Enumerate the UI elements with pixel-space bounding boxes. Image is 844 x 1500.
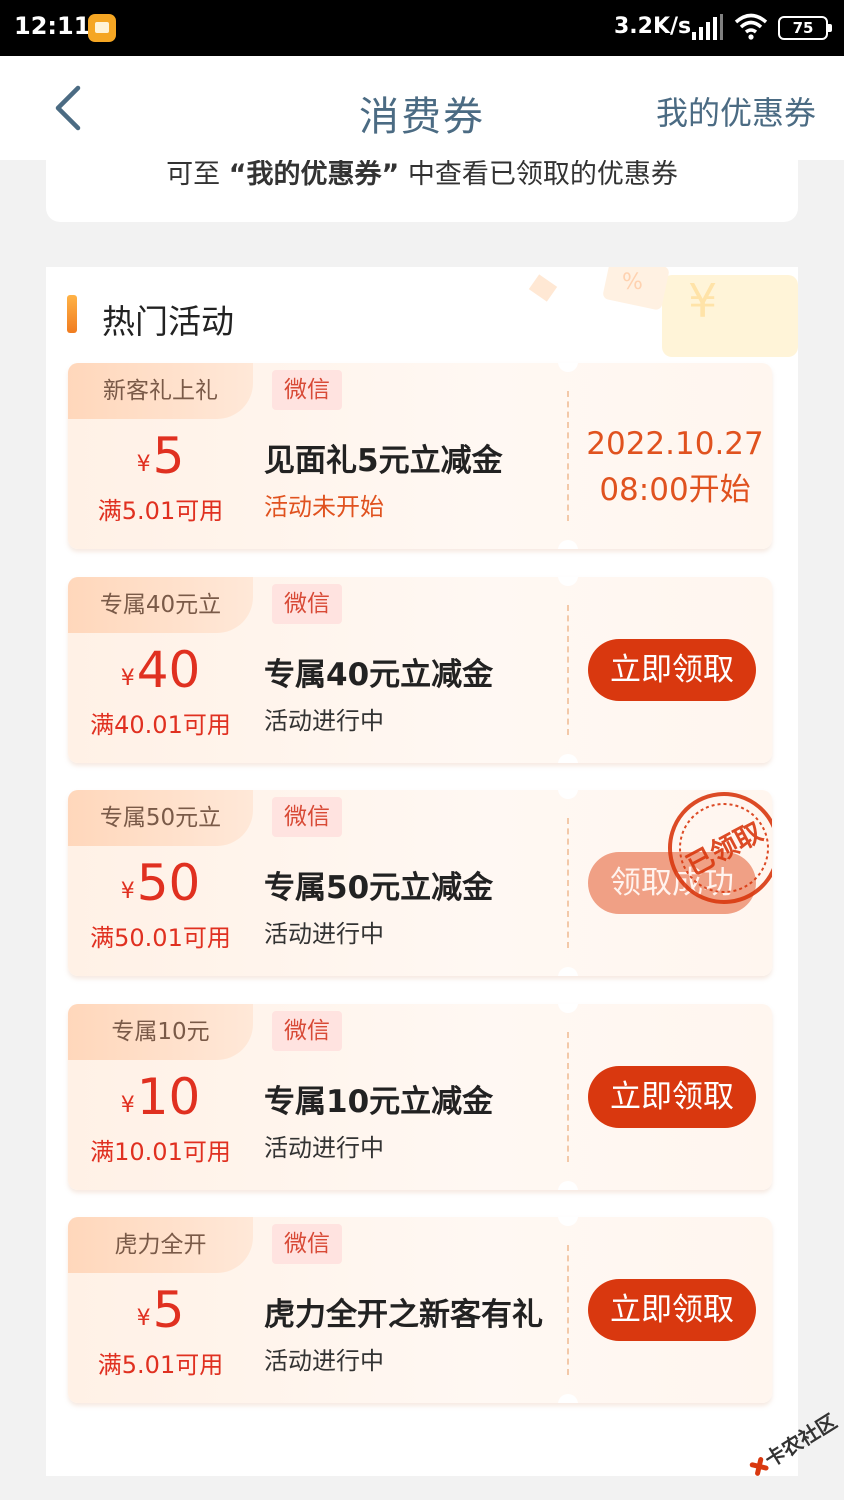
claimed-stamp-icon: 已领取	[668, 792, 772, 904]
coupon-name: 虎力全开之新客有礼	[264, 1297, 543, 1333]
claim-button[interactable]: 立即领取	[588, 639, 756, 701]
svg-text:%: %	[622, 270, 643, 295]
coupon-status: 活动进行中	[264, 1134, 384, 1162]
coupon-status: 活动进行中	[264, 707, 384, 735]
amount-value: 5	[152, 427, 185, 485]
coupon-notch	[558, 363, 578, 372]
coupon-amount: ¥50	[68, 854, 253, 912]
channel-badge: 微信	[272, 1011, 342, 1051]
coupon-status: 活动未开始	[264, 493, 384, 521]
nav-header: 消费券 我的优惠券	[0, 56, 844, 160]
coupon-notch	[558, 1181, 578, 1190]
watermark-text: 卡农社区	[760, 1409, 840, 1472]
coupon-status: 活动进行中	[264, 1347, 384, 1375]
coupon-divider	[567, 1032, 569, 1162]
network-speed: 3.2K/s	[614, 14, 692, 39]
coupon-notch	[558, 790, 578, 799]
channel-badge: 微信	[272, 584, 342, 624]
coupon-amount: ¥5	[68, 1281, 253, 1339]
currency-symbol: ¥	[136, 452, 151, 477]
coupon-card: 专属40元立 ¥40 满40.01可用 微信 专属40元立减金 活动进行中 立即…	[68, 577, 772, 763]
currency-symbol: ¥	[120, 879, 135, 904]
coupon-decoration-icon: ¥ %	[528, 267, 798, 357]
info-card: 可至 “我的优惠券” 中查看已领取的优惠券	[46, 150, 798, 222]
coupon-divider	[567, 1245, 569, 1375]
coupon-condition: 满5.01可用	[97, 497, 224, 525]
my-coupons-link[interactable]: 我的优惠券	[656, 88, 816, 134]
coupon-notch	[558, 540, 578, 549]
coupon-tag: 专属40元立	[68, 577, 253, 633]
status-time: 12:11	[14, 12, 91, 40]
start-date: 2022.10.27	[586, 426, 764, 462]
coupon-divider	[567, 818, 569, 948]
coupon-name: 专属10元立减金	[264, 1084, 494, 1120]
coupon-divider	[567, 391, 569, 521]
coupon-tag: 虎力全开	[68, 1217, 253, 1273]
channel-badge: 微信	[272, 797, 342, 837]
claim-button[interactable]: 立即领取	[588, 1066, 756, 1128]
section-title: 热门活动	[102, 302, 234, 341]
coupon-divider	[567, 605, 569, 735]
start-time: 08:00开始	[599, 472, 751, 508]
notification-app-icon	[88, 14, 116, 42]
coupon-notch	[558, 577, 578, 586]
amount-value: 5	[152, 1281, 185, 1339]
coupon-notch	[558, 967, 578, 976]
currency-symbol: ¥	[120, 666, 135, 691]
claim-button[interactable]: 立即领取	[588, 1279, 756, 1341]
coupon-condition: 满10.01可用	[90, 1138, 231, 1166]
coupon-amount: ¥10	[68, 1068, 253, 1126]
info-prefix: 可至	[166, 159, 221, 190]
channel-badge: 微信	[272, 1224, 342, 1264]
status-bar: 12:11 3.2K/s 75	[0, 0, 844, 56]
coupon-name: 专属40元立减金	[264, 657, 494, 693]
info-highlight: “我的优惠券”	[228, 159, 400, 190]
wifi-icon	[734, 13, 768, 40]
coupon-amount: ¥40	[68, 641, 253, 699]
coupon-tag: 专属50元立	[68, 790, 253, 846]
coupon-amount: ¥5	[68, 427, 253, 485]
amount-value: 10	[136, 1068, 201, 1126]
coupon-condition: 满40.01可用	[90, 711, 231, 739]
currency-symbol: ¥	[136, 1306, 151, 1331]
coupon-status: 活动进行中	[264, 920, 384, 948]
amount-value: 50	[136, 854, 201, 912]
coupon-condition: 满50.01可用	[90, 924, 231, 952]
channel-badge: 微信	[272, 370, 342, 410]
coupon-card: 虎力全开 ¥5 满5.01可用 微信 虎力全开之新客有礼 活动进行中 立即领取	[68, 1217, 772, 1403]
start-time-text: 2022.10.27 08:00开始	[578, 421, 772, 513]
coupon-name: 见面礼5元立减金	[264, 443, 503, 479]
coupon-notch	[558, 1217, 578, 1226]
battery-icon: 75	[778, 16, 832, 40]
section-accent-bar	[67, 295, 77, 333]
hot-activities-panel: ¥ % 热门活动 新客礼上礼 ¥5 满5.01可用 微信 见面礼5元立减金 活动…	[46, 267, 798, 1476]
amount-value: 40	[136, 641, 201, 699]
signal-icon	[692, 14, 723, 40]
coupon-name: 专属50元立减金	[264, 870, 494, 906]
currency-symbol: ¥	[120, 1093, 135, 1118]
coupon-tag: 新客礼上礼	[68, 363, 253, 419]
battery-level: 75	[792, 19, 814, 37]
info-suffix: 中查看已领取的优惠券	[407, 159, 678, 190]
coupon-tag: 专属10元	[68, 1004, 253, 1060]
coupon-notch	[558, 1004, 578, 1013]
watermark-logo-icon: 卡农社区	[749, 1409, 840, 1476]
coupon-notch	[558, 754, 578, 763]
coupon-card: 专属10元 ¥10 满10.01可用 微信 专属10元立减金 活动进行中 立即领…	[68, 1004, 772, 1190]
coupon-condition: 满5.01可用	[97, 1351, 224, 1379]
coupon-notch	[558, 1394, 578, 1403]
coupon-card: 专属50元立 ¥50 满50.01可用 微信 专属50元立减金 活动进行中 领取…	[68, 790, 772, 976]
svg-text:¥: ¥	[688, 274, 717, 328]
stamp-text: 已领取	[682, 817, 768, 882]
coupon-card: 新客礼上礼 ¥5 满5.01可用 微信 见面礼5元立减金 活动未开始 2022.…	[68, 363, 772, 549]
